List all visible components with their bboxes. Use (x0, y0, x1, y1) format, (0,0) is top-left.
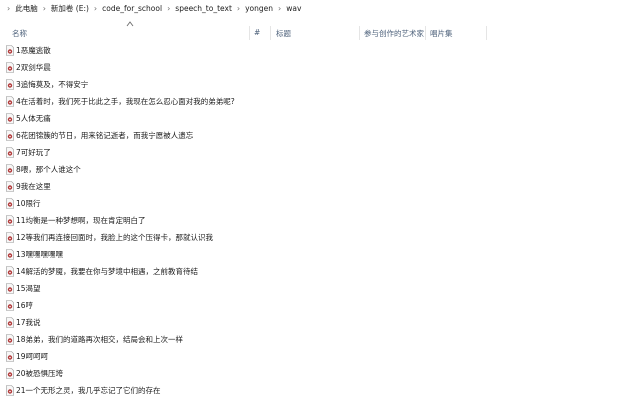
file-name: 2双剑华晨 (16, 63, 51, 72)
file-row[interactable]: 4在活着时，我们死于比此之手，我现在怎么忍心面对我的弟弟呢? (0, 93, 635, 109)
file-name: 1恶魔逃散 (16, 46, 51, 55)
file-name: 3追悔莫及，不得安宁 (16, 80, 89, 89)
file-name: 7可好玩了 (16, 148, 51, 157)
file-row[interactable]: 15渴望 (0, 280, 635, 296)
column-header: 名称 # 标题 参与创作的艺术家 唱片集 (0, 21, 635, 44)
file-row[interactable]: 7可好玩了 (0, 144, 635, 160)
audio-file-icon (6, 113, 14, 124)
column-divider[interactable] (270, 26, 271, 40)
file-name: 9我在这里 (16, 182, 51, 191)
file-name: 10限行 (16, 199, 41, 208)
audio-file-icon (6, 283, 14, 294)
file-row[interactable]: 5人体无痛 (0, 110, 635, 126)
column-divider[interactable] (486, 26, 487, 40)
file-name: 4在活着时，我们死于比此之手，我现在怎么忍心面对我的弟弟呢? (16, 97, 235, 106)
column-number[interactable]: # (254, 28, 260, 37)
file-row[interactable]: 8喂，那个人谁这个 (0, 161, 635, 177)
chevron-right-icon[interactable]: › (167, 4, 170, 13)
audio-file-icon (6, 96, 14, 107)
column-title[interactable]: 标题 (276, 28, 291, 39)
breadcrumb-item[interactable]: 此电脑 (15, 3, 38, 14)
chevron-right-icon[interactable]: › (43, 4, 46, 13)
column-divider[interactable] (425, 26, 426, 40)
audio-file-icon (6, 351, 14, 362)
file-row[interactable]: 6花团锦簇的节日，用来铭记逝者，而我宁愿被人遗忘 (0, 127, 635, 143)
audio-file-icon (6, 79, 14, 90)
file-row[interactable]: 16哼 (0, 297, 635, 313)
audio-file-icon (6, 368, 14, 379)
audio-file-icon (6, 266, 14, 277)
file-name: 13嘿嘿嘿嘿嘿 (16, 250, 64, 259)
file-name: 8喂，那个人谁这个 (16, 165, 81, 174)
file-row[interactable]: 12等我们再连接回面时，我脸上的这个压得卡，那就认识我 (0, 229, 635, 245)
audio-file-icon (6, 62, 14, 73)
file-name: 16哼 (16, 301, 34, 310)
file-name: 6花团锦簇的节日，用来铭记逝者，而我宁愿被人遗忘 (16, 131, 194, 140)
chevron-right-icon[interactable]: › (94, 4, 97, 13)
chevron-right-icon[interactable]: › (237, 4, 240, 13)
file-row[interactable]: 13嘿嘿嘿嘿嘿 (0, 246, 635, 262)
file-row[interactable]: 14解活的梦魇，我要在你与梦境中相遇，之前教育待结 (0, 263, 635, 279)
file-name: 14解活的梦魇，我要在你与梦境中相遇，之前教育待结 (16, 267, 199, 276)
column-artist[interactable]: 参与创作的艺术家 (364, 28, 424, 39)
column-divider[interactable] (359, 26, 360, 40)
audio-file-icon (6, 317, 14, 328)
file-name: 12等我们再连接回面时，我脸上的这个压得卡，那就认识我 (16, 233, 214, 242)
file-row[interactable]: 19呵呵呵 (0, 348, 635, 364)
breadcrumb-item[interactable]: wav (286, 4, 301, 13)
audio-file-icon (6, 385, 14, 396)
audio-file-icon (6, 334, 14, 345)
column-album[interactable]: 唱片集 (430, 28, 453, 39)
file-name: 20被恐惧压垮 (16, 369, 64, 378)
file-row[interactable]: 9我在这里 (0, 178, 635, 194)
sort-up-icon[interactable] (126, 21, 134, 27)
audio-file-icon (6, 215, 14, 226)
audio-file-icon (6, 249, 14, 260)
file-row[interactable]: 3追悔莫及，不得安宁 (0, 76, 635, 92)
audio-file-icon (6, 130, 14, 141)
file-name: 11均衡是一种梦想啊，现在肯定明白了 (16, 216, 146, 225)
file-row[interactable]: 10限行 (0, 195, 635, 211)
audio-file-icon (6, 147, 14, 158)
file-name: 5人体无痛 (16, 114, 51, 123)
file-name: 21一个无形之灵，我几乎忘记了它们的存在 (16, 386, 161, 395)
audio-file-icon (6, 198, 14, 209)
file-row[interactable]: 18弟弟，我们的道路再次相交，结局会和上次一样 (0, 331, 635, 347)
audio-file-icon (6, 181, 14, 192)
audio-file-icon (6, 164, 14, 175)
file-name: 15渴望 (16, 284, 41, 293)
file-row[interactable]: 17我说 (0, 314, 635, 330)
audio-file-icon (6, 300, 14, 311)
file-row[interactable]: 20被恐惧压垮 (0, 365, 635, 381)
audio-file-icon (6, 232, 14, 243)
breadcrumb-item[interactable]: 新加卷 (E:) (51, 3, 89, 14)
file-row[interactable]: 11均衡是一种梦想啊，现在肯定明白了 (0, 212, 635, 228)
file-name: 18弟弟，我们的道路再次相交，结局会和上次一样 (16, 335, 184, 344)
column-divider[interactable] (249, 26, 250, 40)
chevron-right-icon[interactable]: › (278, 4, 281, 13)
breadcrumb-item[interactable]: yongen (245, 4, 273, 13)
file-name: 19呵呵呵 (16, 352, 49, 361)
breadcrumb-item[interactable]: code_for_school (102, 4, 162, 13)
column-name[interactable]: 名称 (12, 28, 27, 39)
file-row[interactable]: 21一个无形之灵，我几乎忘记了它们的存在 (0, 382, 635, 398)
breadcrumb-item[interactable]: speech_to_text (175, 4, 232, 13)
file-row[interactable]: 2双剑华晨 (0, 59, 635, 75)
breadcrumb: › 此电脑 › 新加卷 (E:) › code_for_school › speech_to_… (0, 0, 635, 17)
chevron-right-icon[interactable]: › (7, 4, 10, 13)
file-name: 17我说 (16, 318, 41, 327)
audio-file-icon (6, 45, 14, 56)
file-row[interactable]: 1恶魔逃散 (0, 42, 635, 58)
